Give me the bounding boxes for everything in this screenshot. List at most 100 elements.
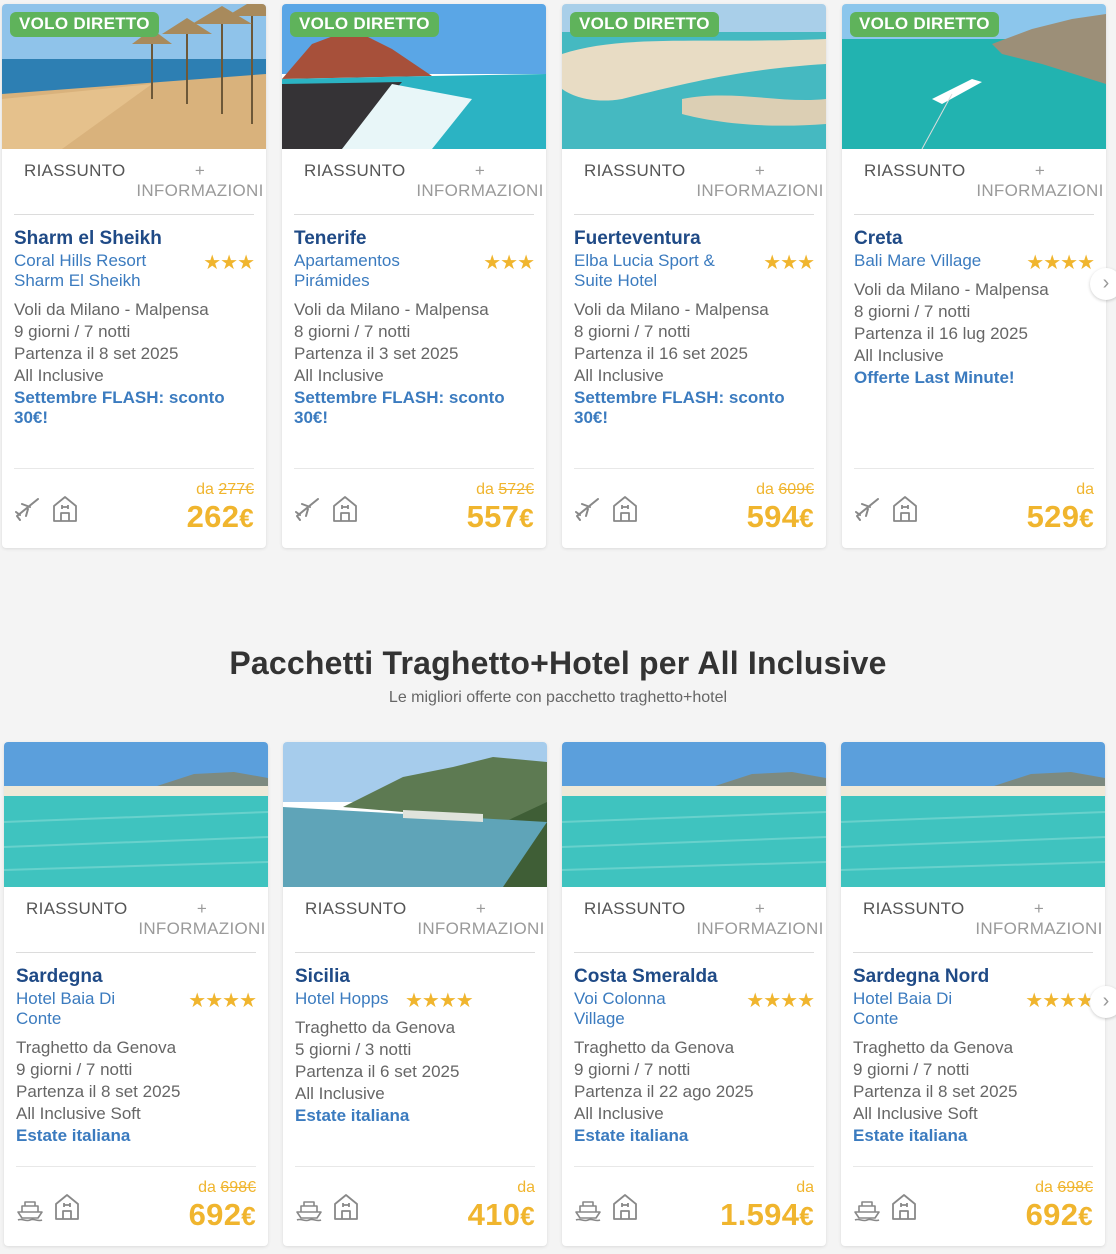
offer-image[interactable] [283, 742, 547, 887]
price-currency: € [520, 1201, 535, 1231]
tab-more-info[interactable]: + INFORMAZIONI [411, 899, 547, 939]
hotel-icon [893, 496, 917, 522]
origin: Voli da Milano - Malpensa [14, 300, 209, 319]
offer-card[interactable]: VOLO DIRETTO RIASSUNTO + INFORMAZIONI Fue… [562, 4, 826, 548]
offer-image[interactable]: VOLO DIRETTO [282, 4, 546, 149]
hotel-name[interactable]: Hotel Baia Di Conte [853, 989, 973, 1029]
tab-more-label: INFORMAZIONI [696, 919, 824, 938]
price-box[interactable]: da 609€ 594€ [747, 481, 814, 536]
tab-summary[interactable]: RIASSUNTO [864, 161, 966, 181]
hotel-stars: ★★★★ [1025, 990, 1094, 1012]
origin: Voli da Milano - Malpensa [294, 300, 489, 319]
card-footer: da 572€ 557€ [294, 468, 534, 548]
promo-label[interactable]: Settembre FLASH: sconto 30€! [294, 388, 534, 428]
price-box[interactable]: da 410€ [468, 1179, 535, 1234]
hotel-name[interactable]: Voi Colonna Village [574, 989, 694, 1029]
tab-more-info[interactable]: + INFORMAZIONI [690, 899, 826, 939]
promo-label[interactable]: Offerte Last Minute! [854, 368, 1094, 388]
tab-more-info[interactable]: + INFORMAZIONI [410, 161, 546, 201]
offer-image[interactable]: VOLO DIRETTO [2, 4, 266, 149]
offer-image[interactable] [562, 742, 826, 887]
tab-more-plus: + [474, 161, 486, 180]
tab-summary[interactable]: RIASSUNTO [863, 899, 965, 919]
tab-more-info[interactable]: + INFORMAZIONI [970, 161, 1106, 201]
tab-more-plus: + [475, 899, 487, 918]
tab-more-info[interactable]: + INFORMAZIONI [690, 161, 826, 201]
hotel-stars: ★★★★ [746, 990, 815, 1012]
from-label: da [756, 481, 774, 498]
origin: Traghetto da Genova [295, 1018, 456, 1037]
tab-more-info[interactable]: + INFORMAZIONI [132, 899, 268, 939]
promo-label[interactable]: Estate italiana [574, 1126, 814, 1146]
tab-more-info[interactable]: + INFORMAZIONI [969, 899, 1105, 939]
destination-title[interactable]: Tenerife [294, 227, 534, 251]
hotel-name[interactable]: Coral Hills Resort Sharm El Sheikh [14, 251, 184, 291]
tab-more-plus: + [196, 899, 208, 918]
hotel-name[interactable]: Elba Lucia Sport & Suite Hotel [574, 251, 744, 291]
carousel-next-button[interactable]: › [1090, 986, 1116, 1018]
price-box[interactable]: da 698€ 692€ [189, 1179, 256, 1234]
promo-label[interactable]: Settembre FLASH: sconto 30€! [14, 388, 254, 428]
direct-flight-badge: VOLO DIRETTO [850, 12, 999, 37]
destination-title[interactable]: Costa Smeralda [574, 965, 814, 989]
tab-summary[interactable]: RIASSUNTO [24, 161, 126, 181]
tab-summary[interactable]: RIASSUNTO [584, 899, 686, 919]
price-currency: € [241, 1201, 256, 1231]
card-footer: da 529€ [854, 468, 1094, 548]
tab-summary[interactable]: RIASSUNTO [304, 161, 406, 181]
section-subtitle: Le migliori offerte con pacchetto traghe… [388, 689, 728, 706]
offer-card[interactable]: RIASSUNTO + INFORMAZIONI Sardegna Hotel B… [4, 742, 268, 1246]
chevron-right-icon: › [1102, 990, 1110, 1012]
hotel-name[interactable]: Hotel Baia Di Conte [16, 989, 136, 1029]
destination-title[interactable]: Sardegna [16, 965, 256, 989]
price-box[interactable]: da 277€ 262€ [187, 481, 254, 536]
hotel-name[interactable]: Apartamentos Pirámides [294, 251, 464, 291]
board-type: All Inclusive [294, 366, 384, 385]
offer-card[interactable]: VOLO DIRETTO RIASSUNTO + INFORMAZIONI Cre… [842, 4, 1106, 548]
price-box[interactable]: da 1.594€ [720, 1179, 814, 1234]
tab-summary[interactable]: RIASSUNTO [26, 899, 128, 919]
promo-label[interactable]: Estate italiana [16, 1126, 256, 1146]
offer-image[interactable]: VOLO DIRETTO [842, 4, 1106, 149]
tab-summary[interactable]: RIASSUNTO [305, 899, 407, 919]
price-box[interactable]: da 572€ 557€ [467, 481, 534, 536]
tab-more-info[interactable]: + INFORMAZIONI [130, 161, 266, 201]
destination-title[interactable]: Sicilia [295, 965, 535, 989]
hotel-stars: ★★★ [203, 252, 255, 274]
offer-image[interactable]: VOLO DIRETTO [562, 4, 826, 149]
destination-title[interactable]: Sardegna Nord [853, 965, 1093, 989]
card-tabs: RIASSUNTO + INFORMAZIONI [574, 887, 823, 953]
hotel-stars: ★★★★ [1026, 252, 1095, 274]
airplane-icon [15, 498, 39, 521]
price-value: 557 [466, 499, 520, 534]
price-value: 529 [1026, 499, 1080, 534]
promo-label[interactable]: Estate italiana [853, 1126, 1093, 1146]
promo-label[interactable]: Settembre FLASH: sconto 30€! [574, 388, 814, 428]
card-footer: da 410€ [295, 1166, 535, 1246]
destination-title[interactable]: Fuerteventura [574, 227, 814, 251]
offer-card[interactable]: RIASSUNTO + INFORMAZIONI Costa Smeralda V… [562, 742, 826, 1246]
price-currency: € [519, 503, 534, 533]
tab-more-label: INFORMAZIONI [976, 181, 1104, 200]
price-currency: € [1078, 1201, 1093, 1231]
hotel-name[interactable]: Bali Mare Village [854, 251, 1024, 271]
offer-image[interactable] [841, 742, 1105, 887]
duration: 9 giorni / 7 notti [16, 1060, 133, 1079]
tab-summary[interactable]: RIASSUNTO [584, 161, 686, 181]
tab-more-label: INFORMAZIONI [416, 181, 544, 200]
offer-image[interactable] [4, 742, 268, 887]
offer-card[interactable]: VOLO DIRETTO RIASSUNTO + INFORMAZIONI Sha… [2, 4, 266, 548]
destination-title[interactable]: Creta [854, 227, 1094, 251]
origin: Voli da Milano - Malpensa [854, 280, 1049, 299]
price-box[interactable]: da 698€ 692€ [1026, 1179, 1093, 1234]
offer-card[interactable]: RIASSUNTO + INFORMAZIONI Sardegna Nord Ho… [841, 742, 1105, 1246]
promo-label[interactable]: Estate italiana [295, 1106, 535, 1126]
offer-card[interactable]: RIASSUNTO + INFORMAZIONI Sicilia Hotel Ho… [283, 742, 547, 1246]
offer-card[interactable]: VOLO DIRETTO RIASSUNTO + INFORMAZIONI Ten… [282, 4, 546, 548]
carousel-next-button[interactable]: › [1090, 268, 1116, 300]
hotel-stars: ★★★★ [405, 990, 474, 1012]
direct-flight-badge: VOLO DIRETTO [570, 12, 719, 37]
price-box[interactable]: da 529€ [1027, 481, 1094, 536]
card-tabs: RIASSUNTO + INFORMAZIONI [14, 149, 263, 215]
destination-title[interactable]: Sharm el Sheikh [14, 227, 254, 251]
